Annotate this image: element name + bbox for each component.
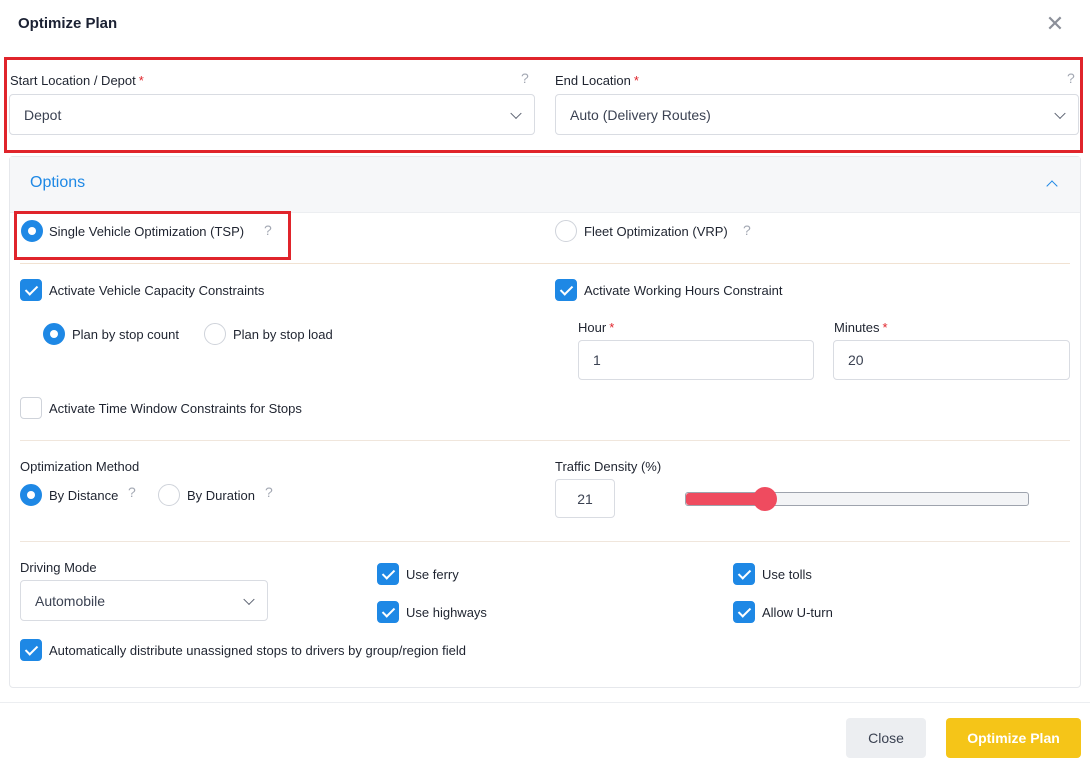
by-distance-radio[interactable] [20,484,42,506]
required-mark: * [633,73,639,88]
hour-label-text: Hour [578,320,607,335]
required-mark: * [138,73,144,88]
time-window-label: Activate Time Window Constraints for Sto… [49,401,302,416]
by-duration-label: By Duration [187,488,255,503]
use-highways-checkbox[interactable] [377,601,399,623]
by-distance-label: By Distance [49,488,119,503]
start-location-label-text: Start Location / Depot [10,73,136,88]
required-mark: * [882,320,888,335]
driving-mode-select[interactable]: Automobile [20,580,268,621]
start-location-label: Start Location / Depot * [10,73,144,88]
working-hours-checkbox[interactable] [555,279,577,301]
by-duration-radio[interactable] [158,484,180,506]
divider [20,263,1070,264]
vrp-label: Fleet Optimization (VRP) [584,224,728,239]
options-title: Options [30,174,86,191]
plan-by-load-label: Plan by stop load [233,327,333,342]
plan-by-count-label: Plan by stop count [72,327,179,342]
chevron-down-icon [243,593,255,605]
tsp-label: Single Vehicle Optimization (TSP) [49,224,245,239]
use-tolls-checkbox[interactable] [733,563,755,585]
end-location-value: Auto (Delivery Routes) [570,106,711,123]
traffic-input[interactable]: 21 [555,479,615,518]
capacity-label: Activate Vehicle Capacity Constraints [49,283,265,298]
plan-by-count-radio[interactable] [43,323,65,345]
end-location-label-text: End Location [555,73,631,88]
chevron-down-icon [510,107,522,119]
minutes-label: Minutes * [834,320,888,335]
by-distance-help-icon[interactable]: ? [128,484,136,500]
start-location-help-icon[interactable]: ? [521,70,529,86]
working-hours-label: Activate Working Hours Constraint [584,283,783,298]
hour-input[interactable]: 1 [578,340,814,380]
dialog-title: Optimize Plan [18,15,118,32]
divider [20,541,1070,542]
start-location-value: Depot [24,106,62,123]
chevron-down-icon [1054,107,1066,119]
minutes-input[interactable]: 20 [833,340,1070,380]
allow-uturn-checkbox[interactable] [733,601,755,623]
end-location-select[interactable]: Auto (Delivery Routes) [555,94,1079,135]
traffic-label: Traffic Density (%) [555,459,662,474]
auto-distribute-checkbox[interactable] [20,639,42,661]
tsp-help-icon[interactable]: ? [264,222,272,238]
time-window-checkbox[interactable] [20,397,42,419]
use-highways-label: Use highways [406,605,487,620]
use-ferry-checkbox[interactable] [377,563,399,585]
required-mark: * [609,320,615,335]
divider [20,440,1070,441]
use-tolls-label: Use tolls [762,567,812,582]
allow-uturn-label: Allow U-turn [762,605,833,620]
auto-distribute-label: Automatically distribute unassigned stop… [49,643,466,658]
use-ferry-label: Use ferry [406,567,459,582]
by-duration-help-icon[interactable]: ? [265,484,273,500]
hour-label: Hour * [578,320,614,335]
tsp-radio[interactable] [21,220,43,242]
capacity-checkbox[interactable] [20,279,42,301]
end-location-label: End Location * [555,73,639,88]
driving-mode-value: Automobile [35,592,106,609]
method-label: Optimization Method [20,459,140,474]
traffic-slider-thumb[interactable] [752,487,777,511]
driving-mode-label: Driving Mode [20,560,97,575]
close-icon[interactable]: ✕ [1043,12,1067,36]
minutes-label-text: Minutes [834,320,880,335]
vrp-radio[interactable] [555,220,577,242]
options-header[interactable] [10,157,1080,213]
close-button[interactable]: Close [846,718,926,758]
end-location-help-icon[interactable]: ? [1067,70,1075,86]
optimize-plan-button[interactable]: Optimize Plan [946,718,1081,758]
start-location-select[interactable]: Depot [9,94,535,135]
footer-divider [0,702,1090,703]
plan-by-load-radio[interactable] [204,323,226,345]
vrp-help-icon[interactable]: ? [743,222,751,238]
